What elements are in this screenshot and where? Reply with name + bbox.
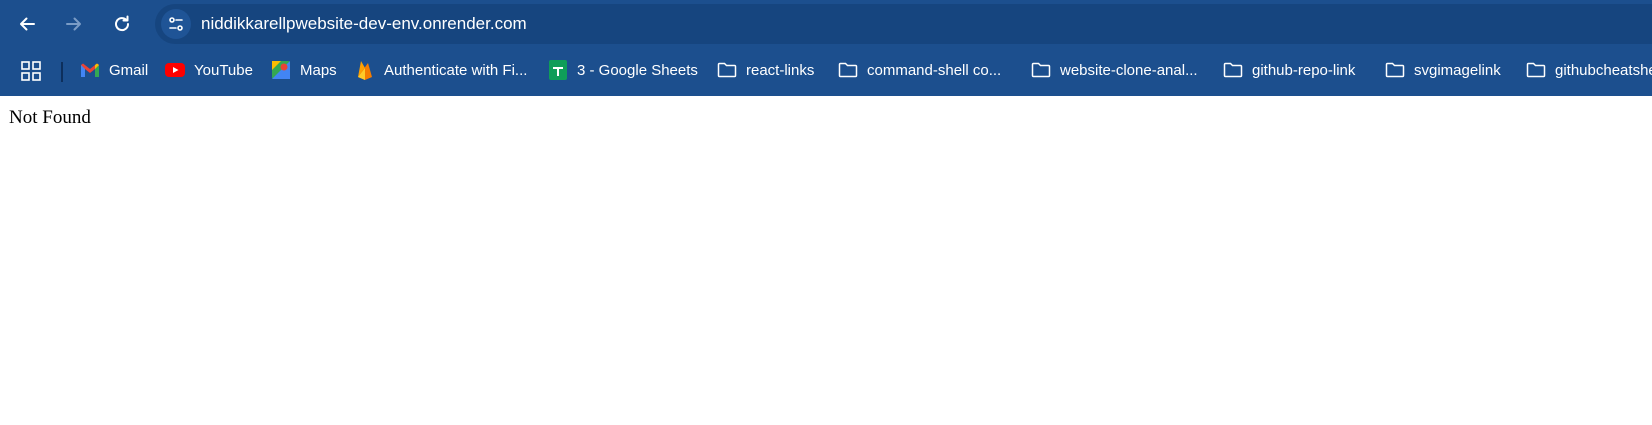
browser-toolbar: niddikkarellpwebsite-dev-env.onrender.co… xyxy=(0,0,1652,49)
reload-button[interactable] xyxy=(106,8,138,40)
maps-icon xyxy=(271,60,291,80)
bookmark-svgimagelink[interactable]: svgimagelink xyxy=(1385,57,1501,83)
bookmark-label: github-repo-link xyxy=(1252,61,1356,79)
browser-chrome: niddikkarellpwebsite-dev-env.onrender.co… xyxy=(0,0,1652,96)
bookmark-website-clone[interactable]: website-clone-anal... xyxy=(1031,57,1198,83)
bookmark-label: website-clone-anal... xyxy=(1060,61,1198,79)
apps-grid-icon[interactable] xyxy=(20,60,42,82)
folder-icon xyxy=(838,60,858,80)
firebase-icon xyxy=(355,60,375,80)
gmail-icon xyxy=(80,60,100,80)
bookmark-label: command-shell co... xyxy=(867,61,1002,79)
folder-icon xyxy=(717,60,737,80)
folder-icon xyxy=(1031,60,1051,80)
bookmark-gmail[interactable]: Gmail xyxy=(80,57,148,83)
bookmark-label: Maps xyxy=(300,61,337,79)
bookmark-maps[interactable]: Maps xyxy=(271,57,337,83)
forward-button[interactable] xyxy=(58,8,90,40)
bookmark-label: Gmail xyxy=(109,61,149,79)
bookmark-google-sheets[interactable]: 3 - Google Sheets xyxy=(548,57,698,83)
youtube-icon xyxy=(165,60,185,80)
bookmark-label: YouTube xyxy=(194,61,253,79)
page-content: Not Found xyxy=(0,96,1652,425)
arrow-left-icon xyxy=(20,17,35,31)
bookmark-command-shell[interactable]: command-shell co... xyxy=(838,57,1001,83)
bookmark-authenticate[interactable]: Authenticate with Fi... xyxy=(355,57,527,83)
folder-icon xyxy=(1223,60,1243,80)
bookmark-label: 3 - Google Sheets xyxy=(577,61,698,79)
bookmark-youtube[interactable]: YouTube xyxy=(165,57,253,83)
bookmarks-divider xyxy=(61,62,63,82)
bookmark-label: githubcheatshe xyxy=(1555,61,1652,79)
reload-icon xyxy=(115,15,130,32)
url-text[interactable]: niddikkarellpwebsite-dev-env.onrender.co… xyxy=(201,14,527,34)
site-info-button[interactable] xyxy=(161,9,191,39)
address-bar[interactable]: niddikkarellpwebsite-dev-env.onrender.co… xyxy=(155,4,1652,44)
bookmark-label: react-links xyxy=(746,61,815,79)
bookmark-label: svgimagelink xyxy=(1414,61,1501,79)
folder-icon xyxy=(1526,60,1546,80)
not-found-message: Not Found xyxy=(9,107,91,128)
bookmarks-bar: Gmail YouTube Maps Authenticate with Fi.… xyxy=(0,52,1652,88)
bookmark-githubcheatsheet[interactable]: githubcheatshe xyxy=(1526,57,1652,83)
tune-icon xyxy=(169,17,183,31)
bookmark-github-repo-link[interactable]: github-repo-link xyxy=(1223,57,1355,83)
sheets-icon xyxy=(548,60,568,80)
bookmark-react-links[interactable]: react-links xyxy=(717,57,814,83)
back-button[interactable] xyxy=(11,8,43,40)
bookmark-label: Authenticate with Fi... xyxy=(384,61,528,79)
arrow-right-icon xyxy=(66,17,81,31)
folder-icon xyxy=(1385,60,1405,80)
